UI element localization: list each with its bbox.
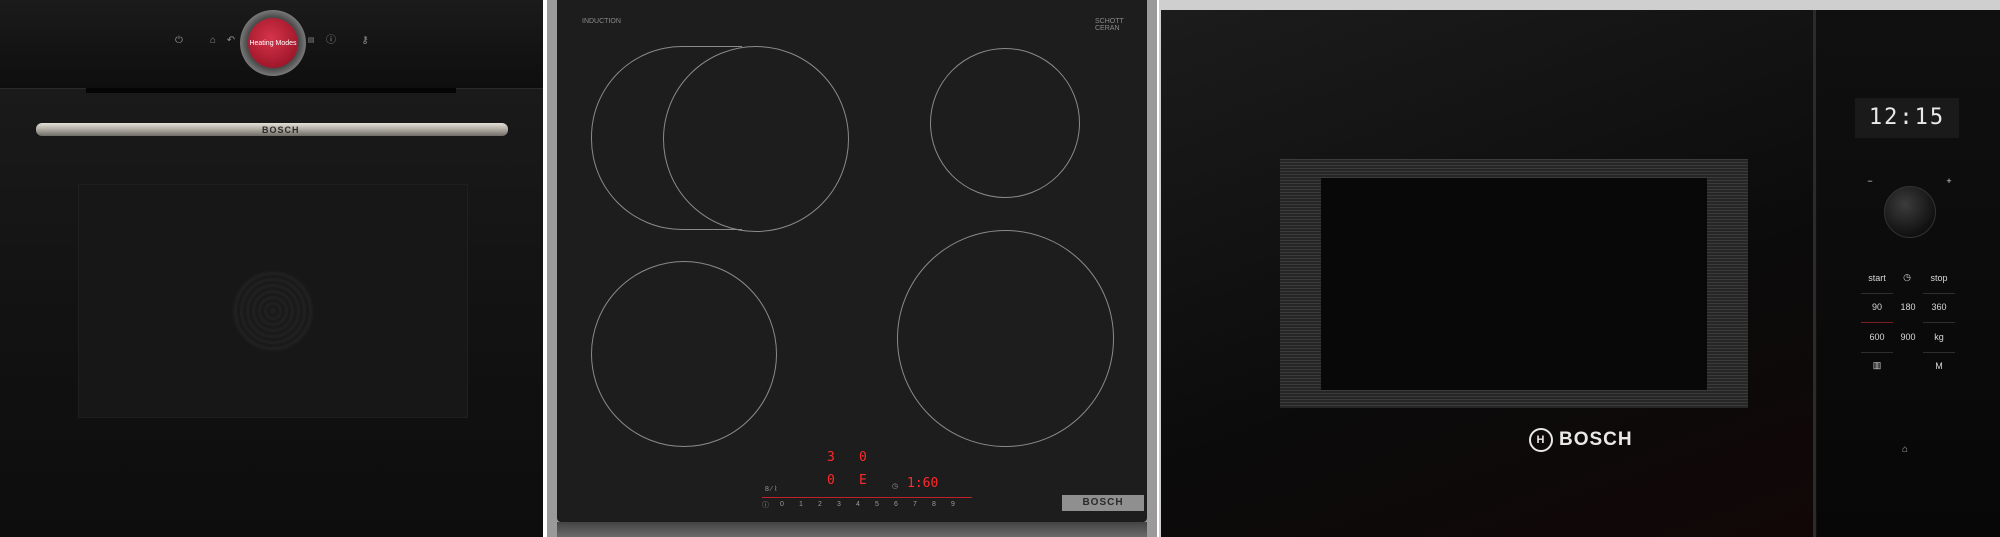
heating-modes-knob[interactable]: Heating Modes xyxy=(248,18,298,68)
knob-minus-label: − xyxy=(1867,176,1873,186)
separator xyxy=(1861,352,1893,353)
memory-button[interactable]: M xyxy=(1919,361,1959,371)
separator xyxy=(1923,293,1955,294)
bosch-logo-icon: H xyxy=(1529,428,1553,452)
separator xyxy=(1923,352,1955,353)
oven-brand-logo: BOSCH xyxy=(262,125,300,135)
zone-display-2: 0 xyxy=(859,450,867,465)
weight-button[interactable]: kg xyxy=(1919,332,1959,342)
microwave-body: H BOSCH 12:15 − + start ◷ stop 90 180 36… xyxy=(1161,10,2000,537)
power-icon[interactable]: ⏻ xyxy=(170,32,188,50)
timer-icon[interactable]: ◷ xyxy=(892,482,898,490)
scale-5[interactable]: 5 xyxy=(875,501,879,508)
clock-display: 12:15 xyxy=(1855,98,1959,138)
hob-panel: INDUCTION SCHOTT CERAN 3 0 0 E 1:60 8 ⁄ … xyxy=(547,0,1157,537)
separator xyxy=(1861,322,1893,323)
zone-display-3: 0 xyxy=(827,473,835,488)
microwave-panel: H BOSCH 12:15 − + start ◷ stop 90 180 36… xyxy=(1159,0,2000,537)
knob-label: Heating Modes xyxy=(249,39,297,47)
microwave-control-panel: 12:15 − + start ◷ stop 90 180 360 600 90… xyxy=(1817,10,2000,537)
hob-glass: INDUCTION SCHOTT CERAN 3 0 0 E 1:60 8 ⁄ … xyxy=(557,0,1147,522)
back-icon[interactable]: ↶ xyxy=(222,32,240,50)
knob-plus-label: + xyxy=(1946,176,1952,186)
scale-0[interactable]: 0 xyxy=(780,501,784,508)
microwave-door[interactable]: H BOSCH xyxy=(1161,10,1816,537)
microwave-brand-logo: H BOSCH xyxy=(1529,428,1633,452)
door-window xyxy=(1321,178,1707,390)
scale-4[interactable]: 4 xyxy=(856,501,860,508)
info-icon[interactable]: ⓘ xyxy=(322,32,340,50)
timer-display: 1:60 xyxy=(907,476,939,491)
door-open-icon[interactable]: ⌂ xyxy=(1902,444,1908,455)
cooking-zone-rear-left xyxy=(591,261,777,447)
scale-9[interactable]: 9 xyxy=(951,501,955,508)
zone-display-1: 3 xyxy=(827,450,835,465)
cooking-zone-front-right xyxy=(930,48,1080,198)
scale-8[interactable]: 8 xyxy=(932,501,936,508)
home-icon[interactable]: ⌂ xyxy=(204,32,222,50)
power-360-button[interactable]: 360 xyxy=(1919,302,1959,312)
menu-icon[interactable]: ▤ xyxy=(302,32,320,50)
scale-6[interactable]: 6 xyxy=(894,501,898,508)
scale-7[interactable]: 7 xyxy=(913,501,917,508)
cooking-zone-rear-right xyxy=(897,230,1114,447)
oven-vent xyxy=(86,88,456,93)
oven-fan xyxy=(232,270,314,352)
hob-power-icon[interactable]: ⓘ xyxy=(762,500,769,510)
scale-1[interactable]: 1 xyxy=(799,501,803,508)
hob-label-glass: SCHOTT CERAN xyxy=(1095,18,1124,32)
control-knob[interactable] xyxy=(1884,186,1936,238)
auto-program-icon[interactable]: ▥ xyxy=(1857,360,1897,371)
stop-button[interactable]: stop xyxy=(1919,273,1959,283)
hob-label-induction: INDUCTION xyxy=(582,18,621,25)
microwave-brand-text: BOSCH xyxy=(1559,429,1633,450)
power-scale-bar xyxy=(762,497,972,498)
cooking-zone-front-left xyxy=(663,46,849,232)
key-icon[interactable]: ⚷ xyxy=(356,32,374,50)
separator xyxy=(1923,322,1955,323)
zone-display-4: E xyxy=(859,473,867,488)
separator xyxy=(1861,293,1893,294)
hob-frame xyxy=(557,522,1147,537)
hob-left-icons[interactable]: 8 ⁄ ⌇ xyxy=(765,485,777,493)
hob-brand-plate: BOSCH xyxy=(1062,495,1144,511)
scale-2[interactable]: 2 xyxy=(818,501,822,508)
oven-panel: ⏻ ⌂ ↶ Heating Modes ▤ ⓘ ⚷ BOSCH xyxy=(0,0,543,537)
scale-3[interactable]: 3 xyxy=(837,501,841,508)
